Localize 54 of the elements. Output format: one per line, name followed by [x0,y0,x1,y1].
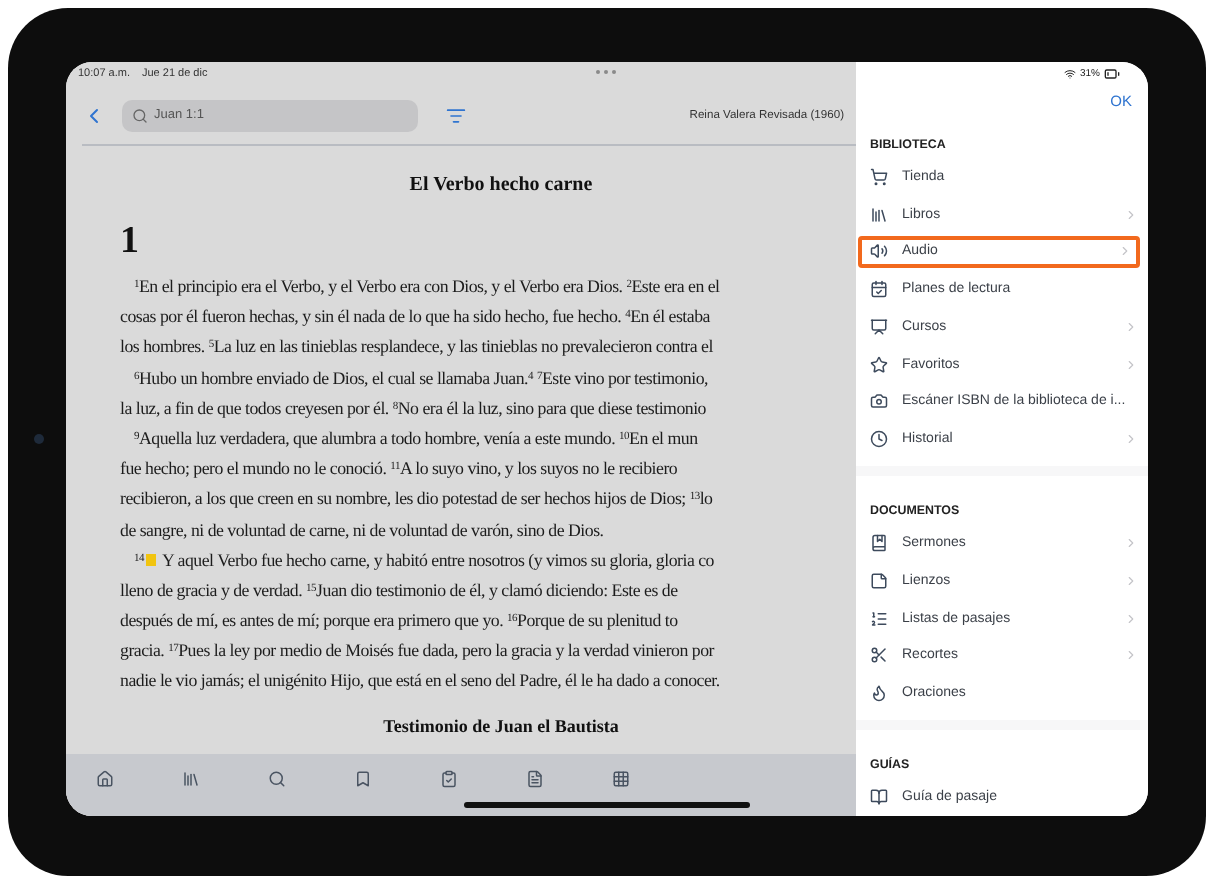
verse-line: $^{9}$Aquella luz verdadera, que alumbra a todo hombre, venía a este mundo. $^{10}$En el mun [134,425,698,452]
note-marker-icon[interactable] [146,554,156,567]
verse-line: de sangre, ni de voluntad de carne, ni de voluntad de varón, sino de Dios. [120,517,604,544]
speaker-icon [870,242,888,261]
cart-icon [870,168,888,187]
chevron-icon [1124,431,1138,446]
camera-dot [34,434,44,444]
verse-line: lleno de gracia y de verdad. $^{15}$Juan dio testimonio de él, y clamó diciendo: Este es de [120,577,678,604]
verse-line: cosas por él fueron hechas, y sin él nada de lo que ha sido hecho, fue hecho. $^{4}$En él estaba [120,304,710,331]
chevron-icon [1124,611,1138,626]
easel-icon [870,317,888,336]
scissors-icon [870,646,888,665]
chevron-icon [1124,536,1138,551]
verse-line: recibieron, a los que creen en su nombre, les dio potestad de ser hechos hijos de Dios; $^{13}$lo [120,486,713,513]
verse-line: 14 [134,549,144,568]
verse-line: $^{6}$Hubo un hombre enviado de Dios, el cual se llamaba Juan.$^{4}$ $^{7}$Este vino por testimonio, [134,365,708,392]
section-heading: El Verbo hecho carne [407,172,595,200]
document-icon[interactable] [526,770,544,788]
chevron-icon [1124,648,1138,663]
search-icon[interactable] [268,770,286,788]
home-icon[interactable] [96,770,114,788]
checklist-icon[interactable] [440,770,458,788]
list-icon[interactable] [446,105,466,125]
note-icon [870,571,888,590]
library-icon[interactable] [182,770,200,788]
wifi-icon [1063,67,1076,80]
flame-icon [870,683,888,702]
chevron-icon [1124,207,1138,222]
chevron-icon [1124,357,1138,371]
books-icon [870,205,888,224]
clock-icon [870,429,888,448]
book-icon [870,788,888,807]
chapter-number: 1 [118,218,141,264]
verse-line: nadie le vio jamás; el unigénito Hijo, que está en el seno del Padre, él le ha dado a conocer. [120,668,720,695]
verse-line: gracia. $^{17}$Pues la ley por medio de Moisés fue dada, pero la gracia y la verdad vinieron por [120,638,714,665]
verse-line: fue hecho; pero el mundo no le conoció. $^{11}$A lo suyo vino, y los suyos no le recibiero [120,456,678,483]
book-icon [870,534,888,553]
list-icon [870,609,888,628]
bookmark-icon[interactable] [354,770,372,788]
calendar-check-icon [870,280,888,299]
verse-line: después de mí, es antes de mí; porque era primero que yo. $^{16}$Porque de su plenitud to [120,608,678,635]
verse-line: la luz, a fin de que todos creyesen por él. $^{8}$No era él la luz, sino para que diese testimonio [120,395,706,422]
chevron-icon [1124,573,1138,588]
chevron-icon [1118,244,1132,259]
verse-line: Y aquel Verbo fue hecho carne, y habitó entre nosotros (y vimos su gloria, gloria co [162,547,714,574]
star-icon [870,355,888,373]
section-heading: Testimonio de Juan el Bautista [381,713,621,740]
battery-icon [1104,65,1120,82]
grid-icon[interactable] [612,770,630,788]
verse-line: $^{1}$En el principio era el Verbo, y el Verbo era con Dios, y el Verbo era Dios. $^{2}$Este era en el [134,274,720,300]
verse-line: los hombres. $^{5}$La luz en las tinieblas resplandece, y las tinieblas no prevalecieron contra el [120,334,713,361]
search-icon [132,107,148,123]
chevron-icon [1124,319,1138,334]
camera-icon [870,392,888,411]
